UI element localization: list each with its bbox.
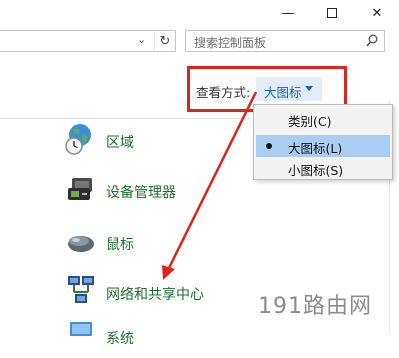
menu-item-label: 大图标(L) xyxy=(288,141,343,156)
maximize-button[interactable] xyxy=(310,0,354,26)
refresh-icon: ↻ xyxy=(159,33,171,49)
cp-item-system[interactable]: 系统 xyxy=(60,318,260,358)
cp-item-label: 设备管理器 xyxy=(106,185,176,201)
close-button[interactable]: ✕ xyxy=(355,0,399,26)
menu-item-category[interactable]: 类别(C) xyxy=(256,108,390,130)
region-globe-clock-icon xyxy=(65,124,91,155)
close-icon: ✕ xyxy=(371,5,383,21)
cp-item-label: 区域 xyxy=(106,135,134,151)
cp-item-region[interactable]: 区域 xyxy=(60,122,260,162)
minimize-icon: — xyxy=(281,5,295,21)
menu-item-label: 类别(C) xyxy=(288,114,332,129)
system-icon xyxy=(70,322,92,336)
cp-item-label: 网络和共享中心 xyxy=(106,287,204,303)
menu-item-label: 小图标(S) xyxy=(288,163,344,178)
mouse-icon xyxy=(68,236,94,252)
cp-item-label: 系统 xyxy=(106,331,134,347)
cp-item-mouse[interactable]: 鼠标 xyxy=(60,224,260,264)
search-icon xyxy=(366,34,378,47)
cp-item-label: 鼠标 xyxy=(106,237,134,253)
watermark-logo: 191路由网 xyxy=(258,294,372,319)
cp-item-device-manager[interactable]: 设备管理器 xyxy=(60,172,260,212)
search-placeholder: 搜索控制面板 xyxy=(194,36,267,50)
divider xyxy=(0,118,250,119)
chevron-down-icon[interactable]: ⌄ xyxy=(137,33,146,46)
menu-item-small-icons[interactable]: 小图标(S) xyxy=(256,157,390,179)
window-titlebar: — ✕ xyxy=(0,0,399,26)
maximize-icon xyxy=(327,8,337,18)
menu-item-large-icons[interactable]: 大图标(L) xyxy=(256,135,390,157)
selected-bullet-icon xyxy=(266,143,272,149)
address-bar[interactable]: ⌄ ↻ xyxy=(0,30,176,52)
device-manager-icon xyxy=(68,178,92,200)
network-sharing-icon xyxy=(68,276,94,303)
search-input[interactable]: 搜索控制面板 xyxy=(185,30,385,52)
refresh-button[interactable]: ↻ xyxy=(154,32,175,50)
minimize-button[interactable]: — xyxy=(266,0,310,26)
view-by-menu: 类别(C) 大图标(L) 小图标(S) xyxy=(253,104,393,180)
cp-item-network-sharing[interactable]: 网络和共享中心 xyxy=(60,274,260,314)
